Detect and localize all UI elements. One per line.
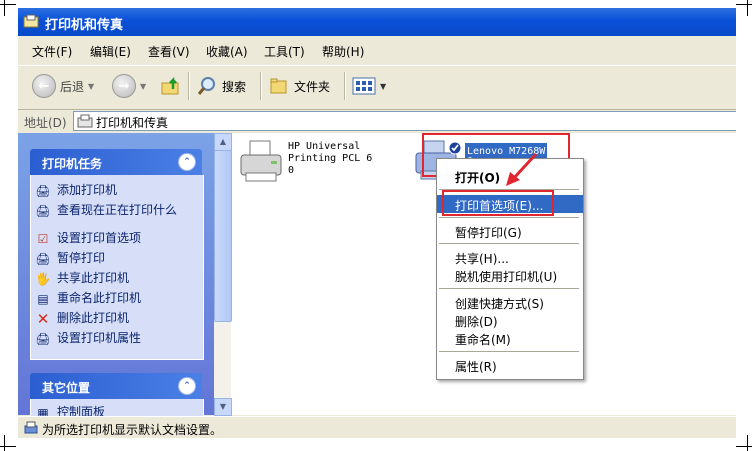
crop-mark-top-left xyxy=(4,0,5,16)
printer-folder-icon xyxy=(77,114,93,128)
status-text: 为所选打印机显示默认文档设置。 xyxy=(42,423,223,437)
search-icon xyxy=(197,77,215,95)
crop-mark-bottom-left xyxy=(4,435,5,451)
back-arrow-icon: ← xyxy=(32,74,56,98)
scroll-up-arrow-icon[interactable]: ▲ xyxy=(214,133,232,151)
crop-mark-top-right xyxy=(747,0,748,16)
printer-tasks-header[interactable]: 打印机任务 ⌃ xyxy=(30,149,202,175)
menu-item-properties[interactable]: 属性(R) xyxy=(437,356,583,374)
views-dropdown-icon: ▼ xyxy=(380,81,387,91)
task-printer-properties[interactable]: 🖨 设置打印机属性 xyxy=(35,331,141,347)
folders-label: 文件夹 xyxy=(294,79,331,94)
address-field[interactable]: 打印机和传真 xyxy=(73,111,736,131)
menu-item-delete[interactable]: 删除(D) xyxy=(437,311,583,329)
menu-item-use-offline[interactable]: 脱机使用打印机(U) xyxy=(437,266,583,284)
task-label: 删除此打印机 xyxy=(57,311,130,325)
task-label: 共享此打印机 xyxy=(57,271,130,285)
printer-icon xyxy=(240,140,282,182)
menu-bar: 文件(F) 编辑(E) 查看(V) 收藏(A) 工具(T) 帮助(H) xyxy=(18,39,736,61)
task-label: 重命名此打印机 xyxy=(57,291,142,305)
delete-x-icon: ✕ xyxy=(36,310,50,328)
task-label: 查看现在正在打印什么 xyxy=(57,203,178,217)
explorer-window: 打印机和传真 文件(F) 编辑(E) 查看(V) 收藏(A) 工具(T) 帮助(… xyxy=(18,8,736,438)
menu-item-create-shortcut[interactable]: 创建快捷方式(S) xyxy=(437,293,583,311)
task-label: 设置打印机属性 xyxy=(57,331,142,345)
collapse-chevron-icon[interactable]: ⌃ xyxy=(178,377,196,395)
menu-tools[interactable]: 工具(T) xyxy=(264,43,305,60)
crop-mark-bottom-right-h xyxy=(736,446,752,447)
task-pause-printing[interactable]: 🖨 暂停打印 xyxy=(35,251,105,267)
task-label: 添加打印机 xyxy=(57,183,118,197)
vertical-scrollbar[interactable]: ▲ ▼ xyxy=(214,133,232,416)
printer-hp-count: 0 xyxy=(288,165,295,176)
back-label: 后退 xyxy=(60,79,85,94)
menu-view[interactable]: 查看(V) xyxy=(148,43,190,60)
task-label: 设置打印首选项 xyxy=(57,231,142,245)
task-printing-preferences[interactable]: ☑ 设置打印首选项 xyxy=(35,231,141,247)
up-button[interactable] xyxy=(160,70,182,102)
printer-status-icon xyxy=(24,421,38,434)
printer-hp-item[interactable]: HP Universal Printing PCL 6 0 xyxy=(238,139,372,188)
toolbar: ← 后退 ▼ → ▼ 搜索 文件夹 ▼ xyxy=(18,65,736,108)
views-button[interactable]: ▼ xyxy=(352,70,386,102)
task-rename-printer[interactable]: ▤ 重命名此打印机 xyxy=(35,291,141,307)
menu-favorites[interactable]: 收藏(A) xyxy=(206,43,248,60)
address-value: 打印机和传真 xyxy=(96,116,169,130)
scroll-down-arrow-icon[interactable]: ▼ xyxy=(214,398,232,416)
rename-icon: ▤ xyxy=(37,292,49,306)
task-label: 暂停打印 xyxy=(57,251,106,265)
scroll-thumb[interactable] xyxy=(214,150,232,322)
collapse-chevron-icon[interactable]: ⌃ xyxy=(178,153,196,171)
other-places-header[interactable]: 其它位置 ⌃ xyxy=(30,373,202,399)
search-label: 搜索 xyxy=(222,79,247,94)
menu-file[interactable]: 文件(F) xyxy=(32,43,72,60)
folders-icon xyxy=(270,78,287,94)
printer-tasks-list: 🖨 添加打印机 🖨 查看现在正在打印什么 ☑ 设置打印首选项 🖨 暂停打印 🖐 xyxy=(30,175,204,360)
share-hand-icon: 🖐 xyxy=(35,272,51,286)
title-bar[interactable]: 打印机和传真 xyxy=(18,8,736,36)
printer-hp-name-line2: Printing PCL 6 xyxy=(288,153,373,164)
address-bar: 地址(D) 打印机和传真 xyxy=(18,109,736,132)
crop-mark-top-left-h xyxy=(0,4,16,5)
folder-up-icon xyxy=(161,76,179,95)
forward-arrow-icon: → xyxy=(112,74,136,98)
task-delete-printer[interactable]: ✕ 删除此打印机 xyxy=(35,311,129,327)
task-pane: 打印机任务 ⌃ 🖨 添加打印机 🖨 查看现在正在打印什么 ☑ 设置打印首选项 🖨 xyxy=(18,133,214,430)
address-label: 地址(D) xyxy=(24,116,67,130)
menu-item-pause-printing[interactable]: 暂停打印(G) xyxy=(437,222,583,240)
content-area: 打印机任务 ⌃ 🖨 添加打印机 🖨 查看现在正在打印什么 ☑ 设置打印首选项 🖨 xyxy=(18,133,736,430)
printer-folder-icon xyxy=(23,14,39,28)
forward-button[interactable]: → ▼ xyxy=(112,70,146,102)
task-share-printer[interactable]: 🖐 共享此打印机 xyxy=(35,271,130,287)
properties-icon: 🖨 xyxy=(35,332,51,346)
task-see-printing[interactable]: 🖨 查看现在正在打印什么 xyxy=(35,203,185,219)
printer-tasks-title: 打印机任务 xyxy=(42,157,103,171)
menu-edit[interactable]: 编辑(E) xyxy=(90,43,131,60)
forward-dropdown-icon: ▼ xyxy=(140,81,147,91)
printer-hp-name-line1: HP Universal xyxy=(288,141,361,152)
print-queue-icon: 🖨 xyxy=(35,204,51,218)
status-bar: 为所选打印机显示默认文档设置。 xyxy=(18,416,736,438)
menu-item-share[interactable]: 共享(H)... xyxy=(437,248,583,266)
annotation-arrow-icon xyxy=(506,152,538,186)
search-button[interactable]: 搜索 xyxy=(196,70,246,102)
menu-item-rename[interactable]: 重命名(M) xyxy=(437,329,583,347)
back-dropdown-icon: ▼ xyxy=(88,81,95,91)
other-places-title: 其它位置 xyxy=(42,381,91,395)
views-grid-icon xyxy=(352,77,376,95)
menu-help[interactable]: 帮助(H) xyxy=(322,43,364,60)
window-title: 打印机和传真 xyxy=(45,18,124,33)
pause-printer-icon: 🖨 xyxy=(35,252,51,266)
folders-button[interactable]: 文件夹 xyxy=(268,70,330,102)
crop-mark-top-right-h xyxy=(736,4,752,5)
crop-mark-bottom-right xyxy=(747,435,748,451)
back-button[interactable]: ← 后退 ▼ xyxy=(32,70,94,102)
annotation-box-menu-item xyxy=(442,190,554,216)
add-printer-icon: 🖨 xyxy=(35,184,51,198)
preferences-checklist-icon: ☑ xyxy=(37,232,49,246)
crop-mark-bottom-left-h xyxy=(0,446,16,447)
task-add-printer[interactable]: 🖨 添加打印机 xyxy=(35,183,117,199)
